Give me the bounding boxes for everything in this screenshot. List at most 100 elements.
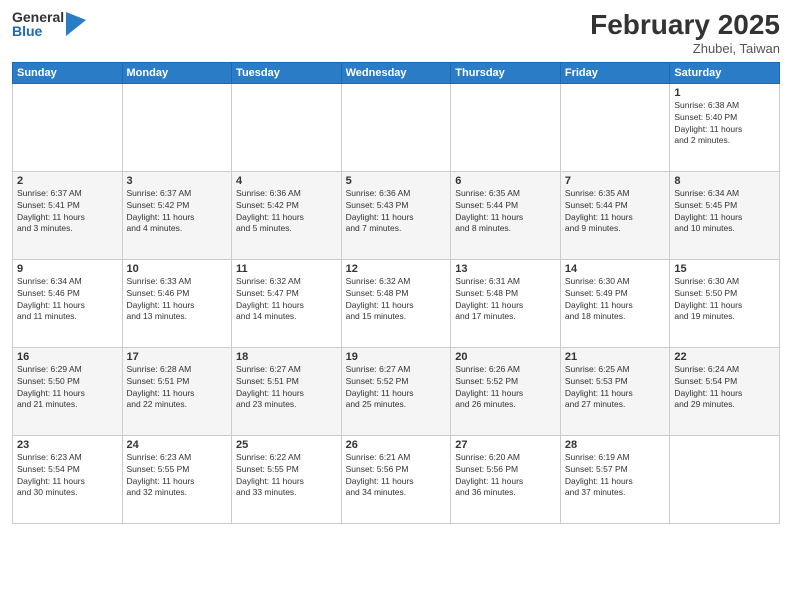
day-info: Sunrise: 6:34 AM Sunset: 5:46 PM Dayligh…	[17, 276, 118, 324]
day-number: 17	[127, 351, 228, 363]
day-number: 16	[17, 351, 118, 363]
col-sunday: Sunday	[13, 62, 123, 83]
calendar-table: Sunday Monday Tuesday Wednesday Thursday…	[12, 62, 780, 524]
col-monday: Monday	[122, 62, 232, 83]
table-row: 9Sunrise: 6:34 AM Sunset: 5:46 PM Daylig…	[13, 259, 123, 347]
table-row: 12Sunrise: 6:32 AM Sunset: 5:48 PM Dayli…	[341, 259, 451, 347]
day-info: Sunrise: 6:27 AM Sunset: 5:52 PM Dayligh…	[346, 364, 447, 412]
week-row-2: 2Sunrise: 6:37 AM Sunset: 5:41 PM Daylig…	[13, 171, 780, 259]
logo-icon	[66, 12, 86, 36]
day-info: Sunrise: 6:24 AM Sunset: 5:54 PM Dayligh…	[674, 364, 775, 412]
day-info: Sunrise: 6:25 AM Sunset: 5:53 PM Dayligh…	[565, 364, 665, 412]
table-row	[560, 83, 669, 171]
day-info: Sunrise: 6:26 AM Sunset: 5:52 PM Dayligh…	[455, 364, 556, 412]
table-row: 10Sunrise: 6:33 AM Sunset: 5:46 PM Dayli…	[122, 259, 232, 347]
table-row	[670, 435, 780, 523]
day-number: 8	[674, 175, 775, 187]
day-number: 14	[565, 263, 665, 275]
day-info: Sunrise: 6:34 AM Sunset: 5:45 PM Dayligh…	[674, 188, 775, 236]
day-number: 23	[17, 439, 118, 451]
day-info: Sunrise: 6:35 AM Sunset: 5:44 PM Dayligh…	[455, 188, 556, 236]
day-number: 19	[346, 351, 447, 363]
table-row: 16Sunrise: 6:29 AM Sunset: 5:50 PM Dayli…	[13, 347, 123, 435]
title-block: February 2025 Zhubei, Taiwan	[590, 10, 780, 56]
day-info: Sunrise: 6:32 AM Sunset: 5:47 PM Dayligh…	[236, 276, 337, 324]
day-number: 24	[127, 439, 228, 451]
day-info: Sunrise: 6:19 AM Sunset: 5:57 PM Dayligh…	[565, 452, 665, 500]
day-info: Sunrise: 6:36 AM Sunset: 5:43 PM Dayligh…	[346, 188, 447, 236]
table-row: 22Sunrise: 6:24 AM Sunset: 5:54 PM Dayli…	[670, 347, 780, 435]
day-info: Sunrise: 6:37 AM Sunset: 5:41 PM Dayligh…	[17, 188, 118, 236]
day-info: Sunrise: 6:31 AM Sunset: 5:48 PM Dayligh…	[455, 276, 556, 324]
table-row	[341, 83, 451, 171]
day-info: Sunrise: 6:21 AM Sunset: 5:56 PM Dayligh…	[346, 452, 447, 500]
table-row: 17Sunrise: 6:28 AM Sunset: 5:51 PM Dayli…	[122, 347, 232, 435]
table-row: 6Sunrise: 6:35 AM Sunset: 5:44 PM Daylig…	[451, 171, 561, 259]
day-number: 15	[674, 263, 775, 275]
day-number: 6	[455, 175, 556, 187]
table-row: 20Sunrise: 6:26 AM Sunset: 5:52 PM Dayli…	[451, 347, 561, 435]
table-row: 21Sunrise: 6:25 AM Sunset: 5:53 PM Dayli…	[560, 347, 669, 435]
day-number: 9	[17, 263, 118, 275]
day-number: 7	[565, 175, 665, 187]
col-wednesday: Wednesday	[341, 62, 451, 83]
day-number: 5	[346, 175, 447, 187]
day-number: 22	[674, 351, 775, 363]
logo-text: General Blue	[12, 10, 64, 38]
day-number: 20	[455, 351, 556, 363]
day-info: Sunrise: 6:23 AM Sunset: 5:54 PM Dayligh…	[17, 452, 118, 500]
table-row: 27Sunrise: 6:20 AM Sunset: 5:56 PM Dayli…	[451, 435, 561, 523]
table-row: 7Sunrise: 6:35 AM Sunset: 5:44 PM Daylig…	[560, 171, 669, 259]
day-info: Sunrise: 6:27 AM Sunset: 5:51 PM Dayligh…	[236, 364, 337, 412]
table-row: 19Sunrise: 6:27 AM Sunset: 5:52 PM Dayli…	[341, 347, 451, 435]
day-number: 2	[17, 175, 118, 187]
week-row-5: 23Sunrise: 6:23 AM Sunset: 5:54 PM Dayli…	[13, 435, 780, 523]
day-number: 12	[346, 263, 447, 275]
table-row: 13Sunrise: 6:31 AM Sunset: 5:48 PM Dayli…	[451, 259, 561, 347]
day-number: 11	[236, 263, 337, 275]
month-title: February 2025	[590, 10, 780, 41]
day-info: Sunrise: 6:30 AM Sunset: 5:50 PM Dayligh…	[674, 276, 775, 324]
table-row: 25Sunrise: 6:22 AM Sunset: 5:55 PM Dayli…	[232, 435, 342, 523]
table-row: 26Sunrise: 6:21 AM Sunset: 5:56 PM Dayli…	[341, 435, 451, 523]
day-number: 4	[236, 175, 337, 187]
table-row	[451, 83, 561, 171]
day-info: Sunrise: 6:20 AM Sunset: 5:56 PM Dayligh…	[455, 452, 556, 500]
location: Zhubei, Taiwan	[590, 41, 780, 56]
col-thursday: Thursday	[451, 62, 561, 83]
day-number: 25	[236, 439, 337, 451]
day-info: Sunrise: 6:36 AM Sunset: 5:42 PM Dayligh…	[236, 188, 337, 236]
col-friday: Friday	[560, 62, 669, 83]
logo: General Blue	[12, 10, 86, 38]
day-info: Sunrise: 6:30 AM Sunset: 5:49 PM Dayligh…	[565, 276, 665, 324]
day-info: Sunrise: 6:23 AM Sunset: 5:55 PM Dayligh…	[127, 452, 228, 500]
day-info: Sunrise: 6:29 AM Sunset: 5:50 PM Dayligh…	[17, 364, 118, 412]
logo-general: General	[12, 10, 64, 24]
table-row	[122, 83, 232, 171]
day-info: Sunrise: 6:33 AM Sunset: 5:46 PM Dayligh…	[127, 276, 228, 324]
table-row: 15Sunrise: 6:30 AM Sunset: 5:50 PM Dayli…	[670, 259, 780, 347]
day-number: 13	[455, 263, 556, 275]
day-number: 26	[346, 439, 447, 451]
day-number: 1	[674, 87, 775, 99]
day-info: Sunrise: 6:22 AM Sunset: 5:55 PM Dayligh…	[236, 452, 337, 500]
day-info: Sunrise: 6:37 AM Sunset: 5:42 PM Dayligh…	[127, 188, 228, 236]
table-row	[232, 83, 342, 171]
day-info: Sunrise: 6:28 AM Sunset: 5:51 PM Dayligh…	[127, 364, 228, 412]
day-info: Sunrise: 6:35 AM Sunset: 5:44 PM Dayligh…	[565, 188, 665, 236]
day-number: 10	[127, 263, 228, 275]
day-info: Sunrise: 6:32 AM Sunset: 5:48 PM Dayligh…	[346, 276, 447, 324]
table-row: 23Sunrise: 6:23 AM Sunset: 5:54 PM Dayli…	[13, 435, 123, 523]
table-row: 8Sunrise: 6:34 AM Sunset: 5:45 PM Daylig…	[670, 171, 780, 259]
table-row: 5Sunrise: 6:36 AM Sunset: 5:43 PM Daylig…	[341, 171, 451, 259]
table-row: 24Sunrise: 6:23 AM Sunset: 5:55 PM Dayli…	[122, 435, 232, 523]
table-row: 18Sunrise: 6:27 AM Sunset: 5:51 PM Dayli…	[232, 347, 342, 435]
logo-blue: Blue	[12, 24, 64, 38]
table-row	[13, 83, 123, 171]
header: General Blue February 2025 Zhubei, Taiwa…	[12, 10, 780, 56]
table-row: 11Sunrise: 6:32 AM Sunset: 5:47 PM Dayli…	[232, 259, 342, 347]
week-row-1: 1Sunrise: 6:38 AM Sunset: 5:40 PM Daylig…	[13, 83, 780, 171]
table-row: 3Sunrise: 6:37 AM Sunset: 5:42 PM Daylig…	[122, 171, 232, 259]
day-number: 3	[127, 175, 228, 187]
day-number: 27	[455, 439, 556, 451]
